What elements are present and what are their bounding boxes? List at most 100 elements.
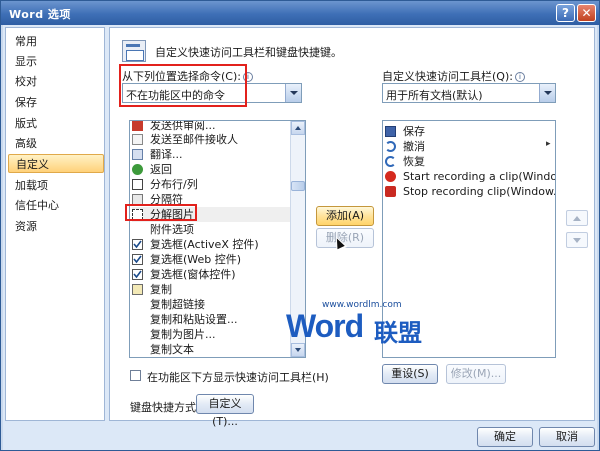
list-item[interactable]: 复选框(ActiveX 控件) xyxy=(132,237,290,252)
list-item[interactable]: 复制文本 xyxy=(132,342,290,357)
list-item[interactable]: 撤消 xyxy=(385,139,553,154)
nav-item-advanced[interactable]: 高级 xyxy=(8,134,104,153)
list-item[interactable]: 发送至邮件接收人 xyxy=(132,132,290,147)
customize-toolbar-label-text: 自定义快速访问工具栏(Q): xyxy=(382,70,513,83)
ok-button[interactable]: 确定 xyxy=(477,427,533,447)
customize-toolbar-label: 自定义快速访问工具栏(Q): i xyxy=(382,68,525,84)
choose-commands-label-text: 从下列位置选择命令(C): xyxy=(122,70,241,83)
expand-arrow-icon[interactable]: ▸ xyxy=(546,139,551,149)
list-item[interactable]: 复选框(Web 控件) xyxy=(132,252,290,267)
chevron-down-icon[interactable] xyxy=(539,84,555,102)
choose-commands-label: 从下列位置选择命令(C): i xyxy=(122,68,253,84)
list-item-selected[interactable]: 分解图片 xyxy=(132,207,290,222)
distribute-icon xyxy=(132,179,143,190)
list-item-label: 复选框(窗体控件) xyxy=(150,268,236,281)
undo-icon xyxy=(385,141,396,152)
list-item[interactable]: 复制超链接 xyxy=(132,297,290,312)
list-item[interactable]: 分隔符 xyxy=(132,192,290,207)
list-item[interactable]: 改写 xyxy=(132,357,290,358)
list-item[interactable]: 保存 xyxy=(385,124,553,139)
separator-icon xyxy=(132,194,143,205)
redo-icon xyxy=(385,156,396,167)
list-item-label: 分布行/列 xyxy=(150,178,198,191)
checkbox-icon xyxy=(132,269,143,280)
list-item-label: 返回 xyxy=(150,163,172,176)
list-item-label: 发送至邮件接收人 xyxy=(150,133,238,146)
customize-shortcuts-button[interactable]: 自定义(T)... xyxy=(196,394,254,428)
nav-item-display[interactable]: 显示 xyxy=(8,52,104,71)
list-item-label: 复制文本 xyxy=(150,343,194,356)
toolbar-items-list[interactable]: 保存 撤消 恢复 Start recording a clip(Windo...… xyxy=(382,120,556,358)
nav-item-save[interactable]: 保存 xyxy=(8,93,104,112)
list-item[interactable]: 附件选项 xyxy=(132,222,290,237)
toolbar-customize-icon xyxy=(122,40,146,62)
cancel-button[interactable]: 取消 xyxy=(539,427,595,447)
move-down-button[interactable] xyxy=(566,232,588,248)
nav-item-addins[interactable]: 加载项 xyxy=(8,176,104,195)
list-item[interactable]: 返回 xyxy=(132,162,290,177)
list-item-label: 复制 xyxy=(150,283,172,296)
window-title: Word 选项 xyxy=(9,8,71,21)
choose-commands-value: 不在功能区中的命令 xyxy=(126,89,225,102)
list-item[interactable]: Stop recording clip(Window... xyxy=(385,184,556,199)
list-item[interactable]: 分布行/列 xyxy=(132,177,290,192)
checkbox-icon xyxy=(132,239,143,250)
move-up-button[interactable] xyxy=(566,210,588,226)
back-icon xyxy=(132,164,143,175)
dialog-body: 常用 显示 校对 保存 版式 高级 自定义 加载项 信任中心 资源 自定义快速访… xyxy=(3,25,597,450)
info-icon: i xyxy=(514,72,525,82)
show-below-ribbon-label: 在功能区下方显示快速访问工具栏(H) xyxy=(147,371,329,384)
record-stop-icon xyxy=(385,186,396,197)
scroll-down-icon[interactable] xyxy=(291,343,305,357)
word-options-dialog: Word 选项 ? ✕ 常用 显示 校对 保存 版式 高级 自定义 加载项 信任… xyxy=(0,0,600,451)
list-item[interactable]: 复制和粘贴设置... xyxy=(132,312,290,327)
list-item-label: 附件选项 xyxy=(150,223,194,236)
list-item[interactable]: 复制 xyxy=(132,282,290,297)
add-button[interactable]: 添加(A) >> xyxy=(316,206,374,240)
list-item-label: Start recording a clip(Windo... xyxy=(403,170,556,183)
customize-toolbar-combo[interactable]: 用于所有文档(默认) xyxy=(382,83,556,103)
help-button[interactable]: ? xyxy=(556,4,575,22)
nav-item-customize[interactable]: 自定义 xyxy=(8,154,104,173)
send-review-icon xyxy=(132,121,143,131)
nav-item-proofing[interactable]: 校对 xyxy=(8,72,104,91)
nav-item-layout[interactable]: 版式 xyxy=(8,114,104,133)
list-item-label: 翻译... xyxy=(150,148,183,161)
mail-recipient-icon xyxy=(132,134,143,145)
nav-item-general[interactable]: 常用 xyxy=(8,32,104,51)
list-item-label: 复选框(ActiveX 控件) xyxy=(150,238,259,251)
nav-item-trust-center[interactable]: 信任中心 xyxy=(8,196,104,215)
copy-icon xyxy=(132,284,143,295)
list-item[interactable]: 复制为图片... xyxy=(132,327,290,342)
list-item[interactable]: 复选框(窗体控件) xyxy=(132,267,290,282)
info-icon: i xyxy=(242,72,253,82)
scroll-up-icon[interactable] xyxy=(291,121,305,135)
list-item-label: 复制为图片... xyxy=(150,328,216,341)
keyboard-shortcuts-label: 键盘快捷方式: xyxy=(130,401,200,414)
choose-commands-combo[interactable]: 不在功能区中的命令 xyxy=(122,83,302,103)
list-item-label: 保存 xyxy=(403,125,425,138)
list-item-label: 复制和粘贴设置... xyxy=(150,313,238,326)
commands-scrollbar[interactable] xyxy=(290,121,305,357)
record-start-icon xyxy=(385,171,396,182)
commands-list[interactable]: 发送供审阅... 发送至邮件接收人 翻译... 返回 分布行/列 分隔符 分解图… xyxy=(129,120,306,358)
save-icon xyxy=(385,126,396,137)
chevron-down-icon[interactable] xyxy=(285,84,301,102)
list-item-label: 恢复 xyxy=(403,155,425,168)
checkbox-icon xyxy=(132,254,143,265)
close-button[interactable]: ✕ xyxy=(577,4,596,22)
category-sidebar: 常用 显示 校对 保存 版式 高级 自定义 加载项 信任中心 资源 xyxy=(5,27,105,421)
reset-button[interactable]: 重设(S) xyxy=(382,364,438,384)
list-item-label: 复制超链接 xyxy=(150,298,205,311)
modify-button[interactable]: 修改(M)... xyxy=(446,364,506,384)
panel-heading: 自定义快速访问工具栏和键盘快捷键。 xyxy=(155,46,342,59)
list-item[interactable]: Start recording a clip(Windo... xyxy=(385,169,556,184)
list-item[interactable]: 恢复 xyxy=(385,154,553,169)
show-below-ribbon-checkbox[interactable] xyxy=(130,370,141,381)
customize-panel: 自定义快速访问工具栏和键盘快捷键。 从下列位置选择命令(C): i 不在功能区中的… xyxy=(109,27,595,428)
translate-icon xyxy=(132,149,143,160)
list-item-label: Stop recording clip(Window... xyxy=(403,185,556,198)
list-item[interactable]: 翻译... xyxy=(132,147,290,162)
scroll-thumb[interactable] xyxy=(291,181,305,191)
nav-item-resources[interactable]: 资源 xyxy=(8,217,104,236)
